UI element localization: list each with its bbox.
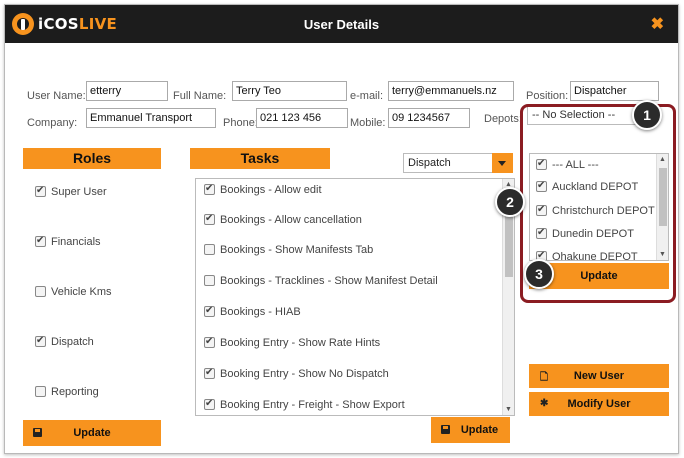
role-item-dispatch[interactable]: Dispatch — [35, 334, 94, 351]
task-filter-dropdown[interactable]: Dispatch — [403, 153, 513, 173]
role-label: Dispatch — [51, 336, 94, 348]
task-item[interactable]: Booking Entry - Show Rate Hints — [204, 335, 381, 352]
checkbox-checked-icon[interactable] — [204, 212, 215, 226]
task-label: Booking Entry - Show Rate Hints — [220, 337, 381, 349]
task-label: Bookings - Allow edit — [220, 184, 322, 196]
checkbox-checked-icon[interactable] — [204, 335, 215, 349]
roles-heading: Roles — [23, 148, 161, 169]
modify-user-label: Modify User — [567, 398, 631, 410]
checkbox-checked-icon[interactable] — [204, 397, 215, 411]
phone-label: Phone: — [223, 117, 258, 129]
role-label: Vehicle Kms — [51, 286, 112, 298]
checkbox-checked-icon[interactable] — [35, 334, 46, 348]
step-marker-1: 1 — [632, 100, 662, 130]
tasks-list[interactable]: Bookings - Allow edit Bookings - Allow c… — [195, 178, 515, 416]
chevron-down-icon[interactable] — [492, 153, 513, 173]
tasks-update-label: Update — [460, 424, 499, 436]
role-item-reporting[interactable]: Reporting — [35, 385, 99, 401]
step-marker-2: 2 — [495, 187, 525, 217]
task-item[interactable]: Booking Entry - Show No Dispatch — [204, 366, 389, 383]
task-item[interactable]: Booking Entry - Freight - Show Export — [204, 397, 405, 414]
checkbox-unchecked-icon[interactable] — [204, 244, 215, 255]
checkbox-unchecked-icon[interactable] — [35, 386, 46, 397]
checkbox-checked-icon[interactable] — [35, 184, 46, 198]
role-label: Super User — [51, 186, 107, 198]
close-icon[interactable]: ✖ — [651, 14, 664, 34]
roles-update-label: Update — [73, 427, 111, 439]
step-marker-3: 3 — [524, 259, 554, 289]
mobile-input[interactable] — [388, 108, 470, 128]
task-item[interactable]: Bookings - Tracklines - Show Manifest De… — [204, 274, 438, 290]
email-label: e-mail: — [350, 90, 384, 102]
task-label: Bookings - Tracklines - Show Manifest De… — [220, 275, 438, 287]
user-details-window: iCOSLIVE User Details ✖ User Name: Full … — [4, 4, 679, 454]
position-label: Position: — [526, 90, 569, 102]
username-label: User Name: — [27, 90, 86, 102]
company-label: Company: — [27, 117, 78, 129]
role-item-financials[interactable]: Financials — [35, 234, 101, 251]
task-label: Bookings - Show Manifests Tab — [220, 244, 374, 256]
username-input[interactable] — [86, 81, 168, 101]
title-bar: iCOSLIVE User Details ✖ — [5, 5, 678, 43]
scroll-down-icon[interactable]: ▼ — [505, 406, 512, 413]
role-item-super-user[interactable]: Super User — [35, 184, 107, 201]
checkbox-unchecked-icon[interactable] — [35, 286, 46, 297]
depots-label: Depots: — [484, 113, 522, 125]
roles-update-button[interactable]: Update — [23, 420, 161, 446]
checkbox-checked-icon[interactable] — [35, 234, 46, 248]
task-label: Booking Entry - Show No Dispatch — [220, 368, 389, 380]
task-label: Booking Entry - Freight - Show Export — [220, 399, 405, 411]
task-label: Bookings - HIAB — [220, 306, 301, 318]
role-item-vehicle-kms[interactable]: Vehicle Kms — [35, 285, 112, 301]
role-label: Reporting — [51, 386, 99, 398]
task-item[interactable]: Bookings - Show Manifests Tab — [204, 243, 373, 259]
company-input[interactable] — [86, 108, 216, 128]
position-input[interactable] — [570, 81, 659, 101]
email-input[interactable] — [388, 81, 514, 101]
task-filter-value: Dispatch — [408, 157, 451, 169]
mobile-label: Mobile: — [350, 117, 386, 129]
tasks-update-button[interactable]: Update — [431, 417, 510, 443]
checkbox-checked-icon[interactable] — [204, 304, 215, 318]
new-user-button[interactable]: 🗋 New User — [529, 364, 669, 388]
window-title: User Details — [303, 17, 380, 32]
role-label: Financials — [51, 236, 101, 248]
task-label: Bookings - Allow cancellation — [220, 214, 362, 226]
task-item[interactable]: Bookings - Allow cancellation — [204, 212, 362, 229]
fullname-input[interactable] — [232, 81, 347, 101]
checkbox-checked-icon[interactable] — [204, 182, 215, 196]
fullname-label: Full Name: — [173, 90, 227, 102]
task-item[interactable]: Bookings - HIAB — [204, 304, 301, 321]
modify-user-button[interactable]: ✱ Modify User — [529, 392, 669, 416]
phone-input[interactable] — [256, 108, 348, 128]
new-user-label: New User — [573, 370, 625, 382]
tasks-heading: Tasks — [190, 148, 330, 169]
checkbox-checked-icon[interactable] — [204, 366, 215, 380]
checkbox-unchecked-icon[interactable] — [204, 275, 215, 286]
task-item[interactable]: Bookings - Allow edit — [204, 182, 322, 199]
